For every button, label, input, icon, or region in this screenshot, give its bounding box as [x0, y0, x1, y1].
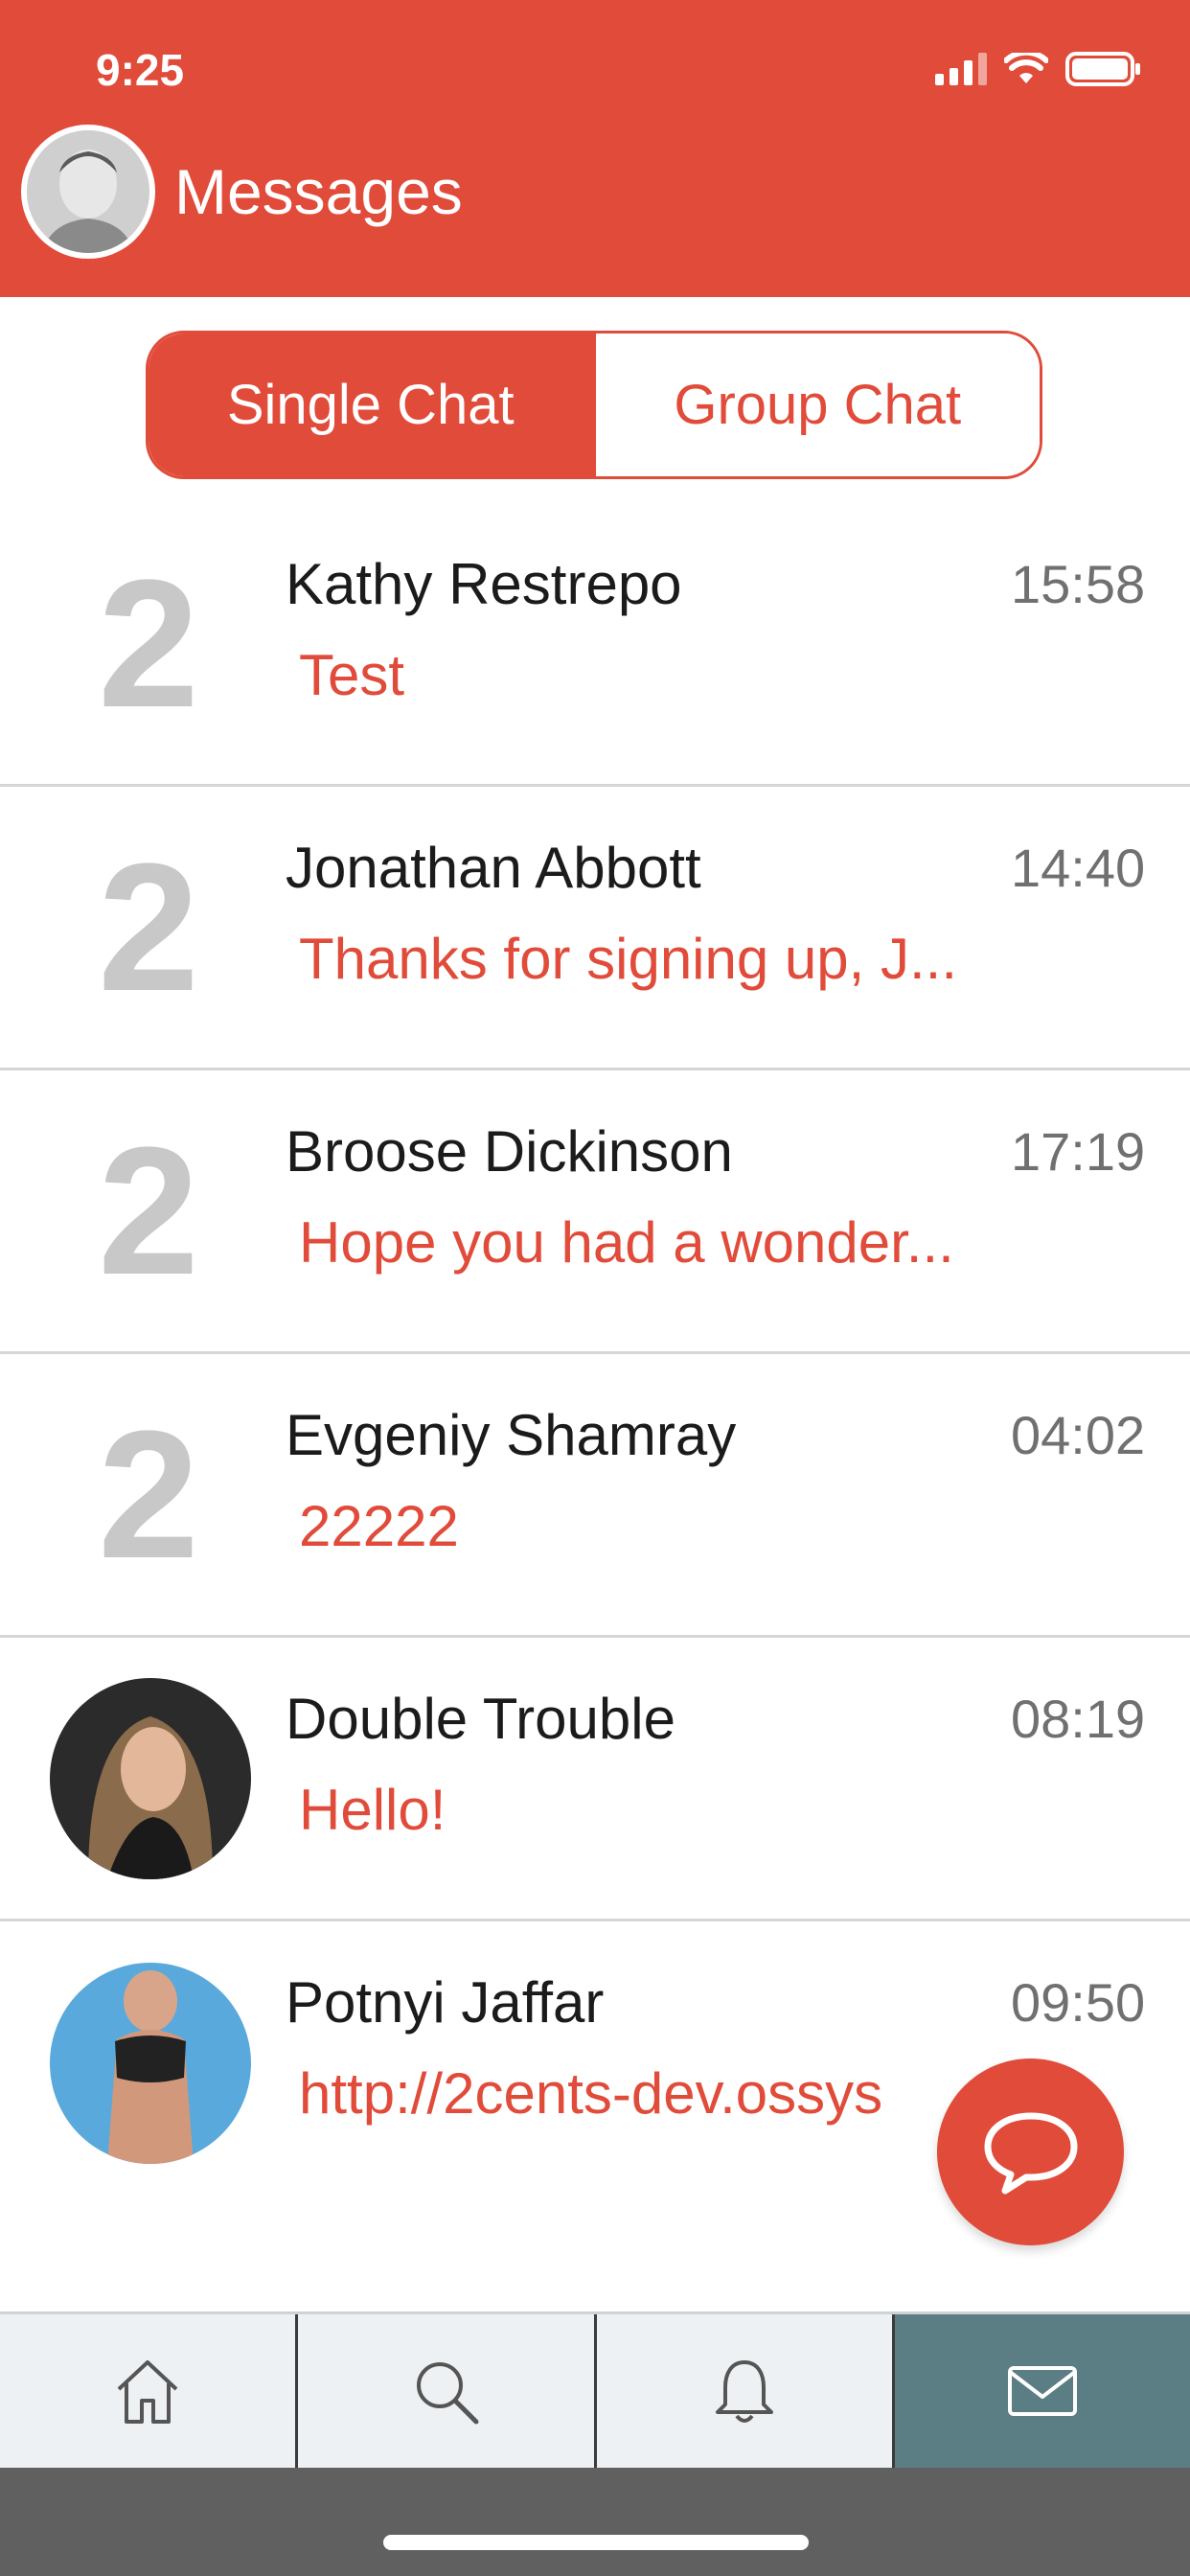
messages-screen: 9:25 Messages Single Chat Group Chat 2 K…	[0, 0, 1190, 2576]
tab-messages[interactable]	[894, 2314, 1190, 2468]
tab-search[interactable]	[298, 2314, 597, 2468]
home-indicator[interactable]	[383, 2535, 809, 2550]
chat-row[interactable]: 2 Evgeniy Shamray 22222 04:02	[0, 1354, 1190, 1638]
contact-name: Double Trouble	[286, 1687, 675, 1751]
avatar-placeholder: 2	[98, 541, 199, 746]
bell-icon	[715, 2360, 773, 2423]
battery-icon	[1065, 52, 1142, 86]
contact-name: Jonathan Abbott	[286, 836, 701, 900]
contact-name: Potnyi Jaffar	[286, 1970, 605, 2035]
signal-icon	[935, 53, 987, 85]
last-message: Hello!	[299, 1778, 446, 1842]
user-avatar[interactable]	[21, 125, 155, 259]
home-bar-area	[0, 2468, 1190, 2576]
status-icons	[935, 52, 1142, 86]
avatar-placeholder: 2	[98, 1392, 199, 1597]
tab-home[interactable]	[0, 2314, 299, 2468]
contact-avatar	[50, 1677, 251, 1879]
wifi-icon	[1004, 53, 1048, 85]
chat-bubble-icon	[984, 2112, 1077, 2194]
chat-row[interactable]: 2 Kathy Restrepo Test 15:58	[0, 503, 1190, 787]
single-chat-tab[interactable]: Single Chat	[149, 334, 593, 476]
tab-notifications[interactable]	[596, 2314, 895, 2468]
mail-icon	[1007, 2366, 1077, 2416]
message-time: 14:40	[1011, 838, 1146, 898]
contact-name: Kathy Restrepo	[286, 552, 682, 616]
message-time: 17:19	[1011, 1121, 1146, 1182]
message-time: 09:50	[1011, 1972, 1146, 2033]
avatar-placeholder: 2	[98, 825, 199, 1029]
message-time: 15:58	[1011, 554, 1146, 614]
contact-avatar	[50, 1963, 251, 2164]
contact-name: Evgeniy Shamray	[286, 1403, 737, 1467]
chat-row[interactable]: Double Trouble Hello! 08:19	[0, 1638, 1190, 1921]
last-message: 22222	[299, 1494, 459, 1558]
page-title: Messages	[174, 156, 463, 227]
app-header: 9:25 Messages	[0, 0, 1190, 297]
status-time: 9:25	[96, 45, 185, 95]
group-chat-tab[interactable]: Group Chat	[592, 334, 1040, 476]
search-icon	[417, 2362, 479, 2425]
chat-list: 2 Kathy Restrepo Test 15:58 2 Jonathan A…	[0, 503, 1190, 2205]
message-time: 04:02	[1011, 1405, 1146, 1465]
chat-row[interactable]: 2 Jonathan Abbott Thanks for signing up,…	[0, 787, 1190, 1070]
last-message: Thanks for signing up, J...	[299, 927, 958, 991]
message-time: 08:19	[1011, 1689, 1146, 1749]
bottom-tab-bar	[0, 2312, 1190, 2468]
avatar-placeholder: 2	[98, 1109, 199, 1313]
chat-type-segmented-control: Single Chat Group Chat	[146, 331, 1042, 479]
new-message-button[interactable]	[937, 2058, 1124, 2245]
last-message: Hope you had a wonder...	[299, 1210, 954, 1275]
last-message: http://2cents-dev.ossys	[299, 2061, 883, 2126]
chat-row[interactable]: 2 Broose Dickinson Hope you had a wonder…	[0, 1070, 1190, 1354]
contact-name: Broose Dickinson	[286, 1119, 733, 1184]
last-message: Test	[299, 643, 405, 707]
home-icon	[117, 2360, 178, 2424]
